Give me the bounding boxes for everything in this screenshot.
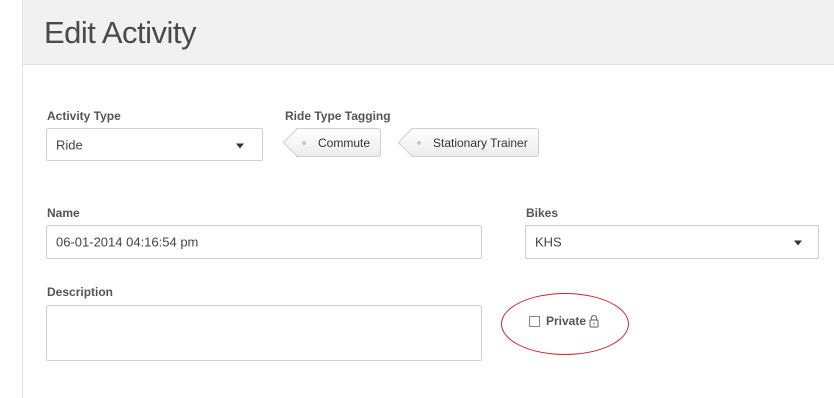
private-checkbox[interactable] (529, 315, 540, 327)
ride-type-tagging-label: Ride Type Tagging (285, 109, 391, 123)
tag-label: Stationary Trainer (433, 135, 528, 150)
page-title: Edit Activity (44, 15, 197, 50)
bikes-select[interactable]: KHS (525, 225, 819, 259)
activity-type-select[interactable]: Ride (46, 128, 263, 161)
lock-icon (589, 314, 599, 328)
private-label: Private (546, 314, 587, 328)
description-textarea[interactable] (46, 305, 482, 361)
tag-hole-icon (302, 141, 306, 145)
tag-hole-icon (417, 141, 421, 145)
name-value: 06-01-2014 04:16:54 pm (56, 234, 199, 250)
chevron-down-icon (236, 143, 244, 148)
tag-label: Commute (318, 135, 371, 150)
activity-type-value: Ride (56, 137, 83, 152)
chevron-down-icon (794, 240, 802, 246)
private-toggle[interactable]: Private (529, 314, 599, 328)
name-field[interactable]: 06-01-2014 04:16:54 pm (46, 225, 482, 259)
bikes-label: Bikes (526, 206, 559, 220)
activity-type-label: Activity Type (47, 109, 121, 123)
tag-stationary-trainer[interactable]: Stationary Trainer (411, 128, 539, 157)
name-label: Name (47, 206, 80, 220)
description-label: Description (47, 285, 114, 299)
tag-commute[interactable]: Commute (296, 128, 382, 157)
bikes-value: KHS (535, 234, 562, 250)
